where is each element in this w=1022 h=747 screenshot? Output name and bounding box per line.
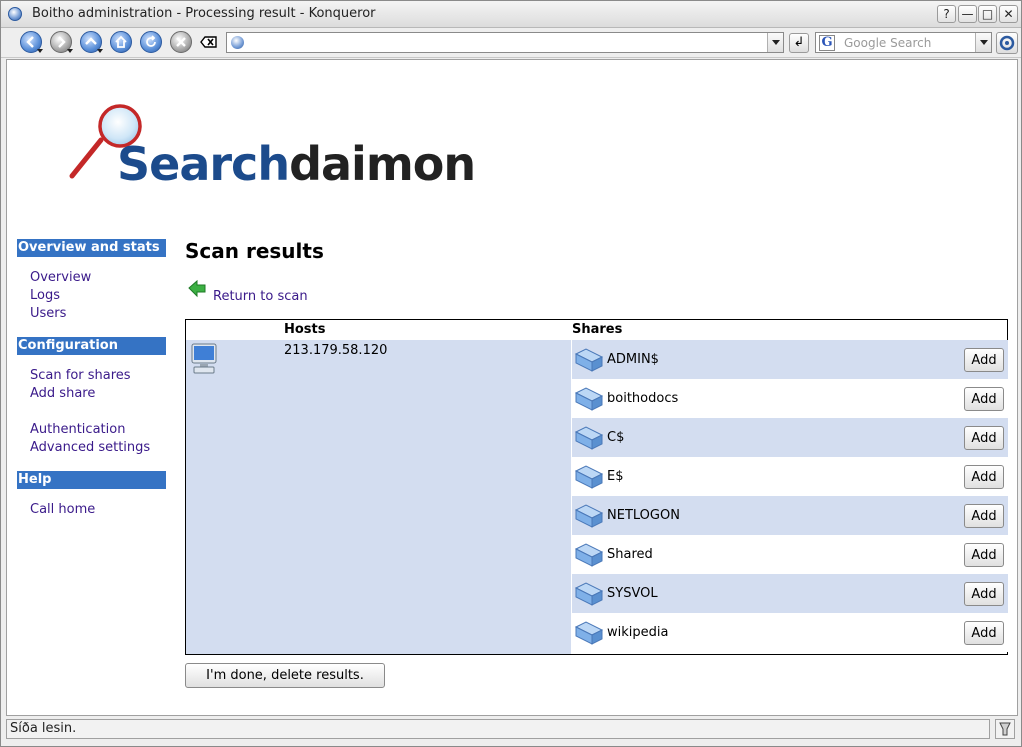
url-input[interactable] [247,34,767,51]
sidebar-item-authentication[interactable]: Authentication [30,421,166,439]
location-bar[interactable] [226,32,784,53]
logo-search-text: Search [117,137,290,191]
sidebar-item-advanced-settings[interactable]: Advanced settings [30,439,166,457]
sidebar-item-overview[interactable]: Overview [30,269,166,287]
logo-daimon-text: daimon [289,137,476,191]
web-search-input[interactable] [844,34,974,51]
share-row: boithodocs Add [572,379,1008,418]
add-share-button[interactable]: Add [964,465,1004,489]
google-icon[interactable]: G [819,35,835,51]
security-lock-icon[interactable] [995,719,1015,739]
shared-folder-icon [574,465,604,489]
sidebar-heading-configuration: Configuration [17,337,166,355]
navigation-toolbar: ↲ G [1,28,1021,58]
return-to-scan-link[interactable]: Return to scan [213,289,308,304]
title-bar: Boitho administration - Processing resul… [1,1,1021,28]
shared-folder-icon [574,621,604,645]
host-ip-address: 213.179.58.120 [284,343,388,358]
sidebar-nav: Overview and stats Overview Logs Users C… [17,239,166,533]
forward-history-dropdown-icon[interactable] [67,49,73,53]
shared-folder-icon [574,582,604,606]
window-title: Boitho administration - Processing resul… [32,6,376,21]
browser-window: Boitho administration - Processing resul… [0,0,1022,747]
share-row: E$ Add [572,457,1008,496]
add-share-button[interactable]: Add [964,348,1004,372]
page-content: Searchdaimon Overview and stats Overview… [6,59,1018,716]
shared-folder-icon [574,387,604,411]
share-name: NETLOGON [607,508,680,523]
computer-icon [191,343,217,374]
up-dropdown-icon[interactable] [97,49,103,53]
host-cell [186,340,571,654]
reload-icon[interactable] [140,31,162,53]
url-history-dropdown-icon[interactable] [767,33,783,52]
hosts-column-header: Hosts [284,322,326,337]
share-name: ADMIN$ [607,352,659,367]
status-bar: Síða lesin. [6,719,990,739]
share-row: C$ Add [572,418,1008,457]
minimize-button[interactable]: — [958,5,977,23]
delete-results-button[interactable]: I'm done, delete results. [185,663,385,688]
search-engine-dropdown-icon[interactable] [975,33,991,52]
add-share-button[interactable]: Add [964,543,1004,567]
sidebar-item-add-share[interactable]: Add share [30,385,166,403]
add-share-button[interactable]: Add [964,426,1004,450]
return-row: Return to scan [185,279,1010,309]
add-share-button[interactable]: Add [964,621,1004,645]
main-panel: Scan results Return to scan Hosts Shares… [185,236,1010,688]
page-title: Scan results [185,239,324,263]
searchdaimon-logo: Searchdaimon [65,104,575,194]
shared-folder-icon [574,543,604,567]
sidebar-item-users[interactable]: Users [30,305,166,323]
sidebar-item-logs[interactable]: Logs [30,287,166,305]
sidebar-heading-help: Help [17,471,166,489]
logo-wordmark: Searchdaimon [117,134,476,194]
add-share-button[interactable]: Add [964,582,1004,606]
kde-gear-icon[interactable] [996,32,1018,54]
share-name: E$ [607,469,624,484]
share-name: SYSVOL [607,586,658,601]
close-button[interactable]: ✕ [999,5,1018,23]
shared-folder-icon [574,504,604,528]
share-row: Shared Add [572,535,1008,574]
konqueror-icon[interactable] [8,7,22,21]
go-button[interactable]: ↲ [789,33,809,53]
share-row: wikipedia Add [572,613,1008,652]
sidebar-heading-overview: Overview and stats [17,239,166,257]
clear-location-icon[interactable] [200,35,218,53]
share-name: wikipedia [607,625,669,640]
web-search-bar[interactable]: G [815,32,992,53]
stop-icon[interactable] [170,31,192,53]
add-share-button[interactable]: Add [964,504,1004,528]
shared-folder-icon [574,348,604,372]
share-name: boithodocs [607,391,679,406]
shared-folder-icon [574,426,604,450]
share-name: C$ [607,430,625,445]
page-favicon-icon [231,36,244,49]
scan-results-table: Hosts Shares 213.179.58.120 ADMIN$ Add boi… [185,319,1008,655]
share-row: ADMIN$ Add [572,340,1008,379]
back-history-dropdown-icon[interactable] [37,49,43,53]
share-name: Shared [607,547,653,562]
sidebar-item-call-home[interactable]: Call home [30,501,166,519]
maximize-button[interactable]: □ [978,5,997,23]
add-share-button[interactable]: Add [964,387,1004,411]
share-row: NETLOGON Add [572,496,1008,535]
home-icon[interactable] [110,31,132,53]
status-text: Síða lesin. [10,721,77,736]
share-row: SYSVOL Add [572,574,1008,613]
help-button[interactable]: ? [937,5,956,23]
sidebar-item-scan-for-shares[interactable]: Scan for shares [30,367,166,385]
green-back-arrow-icon[interactable] [187,279,207,299]
shares-column-header: Shares [572,322,623,337]
